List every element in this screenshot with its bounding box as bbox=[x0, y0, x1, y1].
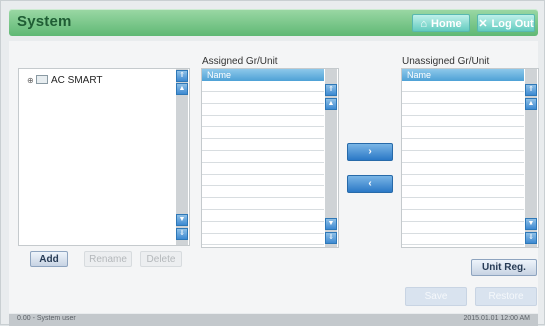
table-row[interactable] bbox=[402, 152, 524, 163]
table-row[interactable] bbox=[402, 211, 524, 222]
scroll-bottom-button[interactable]: ⇓ bbox=[525, 232, 537, 244]
status-left-text: 0.00 - System user bbox=[17, 315, 76, 322]
assigned-list[interactable]: Name ⇑ ▲ ▼ ⇓ bbox=[201, 68, 339, 248]
table-row[interactable] bbox=[402, 187, 524, 199]
scroll-up-button[interactable]: ▲ bbox=[176, 83, 188, 95]
table-row[interactable] bbox=[202, 175, 324, 187]
table-row[interactable] bbox=[402, 81, 524, 92]
folder-icon bbox=[36, 75, 48, 84]
scroll-down-button[interactable]: ▼ bbox=[325, 218, 337, 230]
table-row[interactable] bbox=[202, 93, 324, 104]
table-row[interactable] bbox=[202, 140, 324, 151]
table-row[interactable] bbox=[202, 116, 324, 128]
status-right-text: 2015.01.01 12:00 AM bbox=[463, 315, 530, 322]
table-row[interactable] bbox=[202, 164, 324, 175]
unassign-arrow-button[interactable]: ‹ bbox=[347, 175, 393, 193]
scroll-bottom-button[interactable]: ⇓ bbox=[176, 228, 188, 240]
assigned-label: Assigned Gr/Unit bbox=[202, 56, 278, 67]
table-row[interactable] bbox=[402, 199, 524, 210]
restore-button[interactable]: Restore bbox=[475, 287, 537, 306]
table-row[interactable] bbox=[402, 116, 524, 128]
scroll-down-button[interactable]: ▼ bbox=[176, 214, 188, 226]
scroll-up-button[interactable]: ▲ bbox=[325, 98, 337, 110]
system-window: System ⌂ Home ✕ Log Out ⊕ AC SMART ⇑ ▲ ▼ ⇓ … bbox=[0, 0, 545, 326]
home-icon: ⌂ bbox=[420, 18, 428, 30]
expand-icon[interactable]: ⊕ bbox=[27, 76, 35, 85]
table-row[interactable] bbox=[202, 105, 324, 116]
scroll-bottom-button[interactable]: ⇓ bbox=[325, 232, 337, 244]
status-bar: 0.00 - System user 2015.01.01 12:00 AM bbox=[9, 314, 538, 326]
assign-arrow-button[interactable]: › bbox=[347, 143, 393, 161]
delete-button[interactable]: Delete bbox=[140, 251, 182, 267]
rename-button[interactable]: Rename bbox=[84, 251, 132, 267]
assigned-name-header[interactable]: Name bbox=[202, 69, 324, 81]
table-row[interactable] bbox=[202, 223, 324, 234]
tree-scrollbar[interactable]: ⇑ ▲ ▼ ⇓ bbox=[176, 69, 188, 245]
scroll-down-button[interactable]: ▼ bbox=[525, 218, 537, 230]
page-title: System bbox=[17, 13, 72, 30]
logout-button[interactable]: ✕ Log Out bbox=[477, 14, 535, 32]
table-row[interactable] bbox=[402, 128, 524, 140]
logout-label: Log Out bbox=[491, 18, 534, 30]
scroll-top-button[interactable]: ⇑ bbox=[176, 70, 188, 82]
assigned-scrollbar[interactable]: ⇑ ▲ ▼ ⇓ bbox=[325, 69, 337, 247]
close-icon: ✕ bbox=[478, 18, 488, 30]
unassigned-scrollbar[interactable]: ⇑ ▲ ▼ ⇓ bbox=[525, 69, 537, 247]
scroll-top-button[interactable]: ⇑ bbox=[325, 84, 337, 96]
table-row[interactable] bbox=[202, 234, 324, 246]
tree-item-label: AC SMART bbox=[51, 75, 103, 86]
table-row[interactable] bbox=[402, 175, 524, 187]
table-row[interactable] bbox=[402, 140, 524, 151]
table-row[interactable] bbox=[202, 152, 324, 163]
table-row[interactable] bbox=[202, 81, 324, 92]
unassigned-name-header[interactable]: Name bbox=[402, 69, 524, 81]
table-row[interactable] bbox=[402, 164, 524, 175]
table-row[interactable] bbox=[402, 234, 524, 246]
table-row[interactable] bbox=[202, 199, 324, 210]
scroll-top-button[interactable]: ⇑ bbox=[525, 84, 537, 96]
title-bar: System ⌂ Home ✕ Log Out bbox=[9, 9, 538, 36]
home-label: Home bbox=[431, 18, 462, 30]
unassigned-label: Unassigned Gr/Unit bbox=[402, 56, 490, 67]
unit-reg-button[interactable]: Unit Reg. bbox=[471, 259, 537, 276]
group-tree[interactable]: ⊕ AC SMART ⇑ ▲ ▼ ⇓ bbox=[18, 68, 190, 246]
table-row[interactable] bbox=[202, 187, 324, 199]
table-row[interactable] bbox=[202, 128, 324, 140]
scroll-up-button[interactable]: ▲ bbox=[525, 98, 537, 110]
home-button[interactable]: ⌂ Home bbox=[412, 14, 470, 32]
table-row[interactable] bbox=[202, 211, 324, 222]
unassigned-list[interactable]: Name ⇑ ▲ ▼ ⇓ bbox=[401, 68, 539, 248]
tree-item-ac-smart[interactable]: ⊕ AC SMART bbox=[27, 75, 103, 86]
table-row[interactable] bbox=[402, 93, 524, 104]
add-button[interactable]: Add bbox=[30, 251, 68, 267]
save-button[interactable]: Save bbox=[405, 287, 467, 306]
table-row[interactable] bbox=[402, 223, 524, 234]
table-row[interactable] bbox=[402, 105, 524, 116]
